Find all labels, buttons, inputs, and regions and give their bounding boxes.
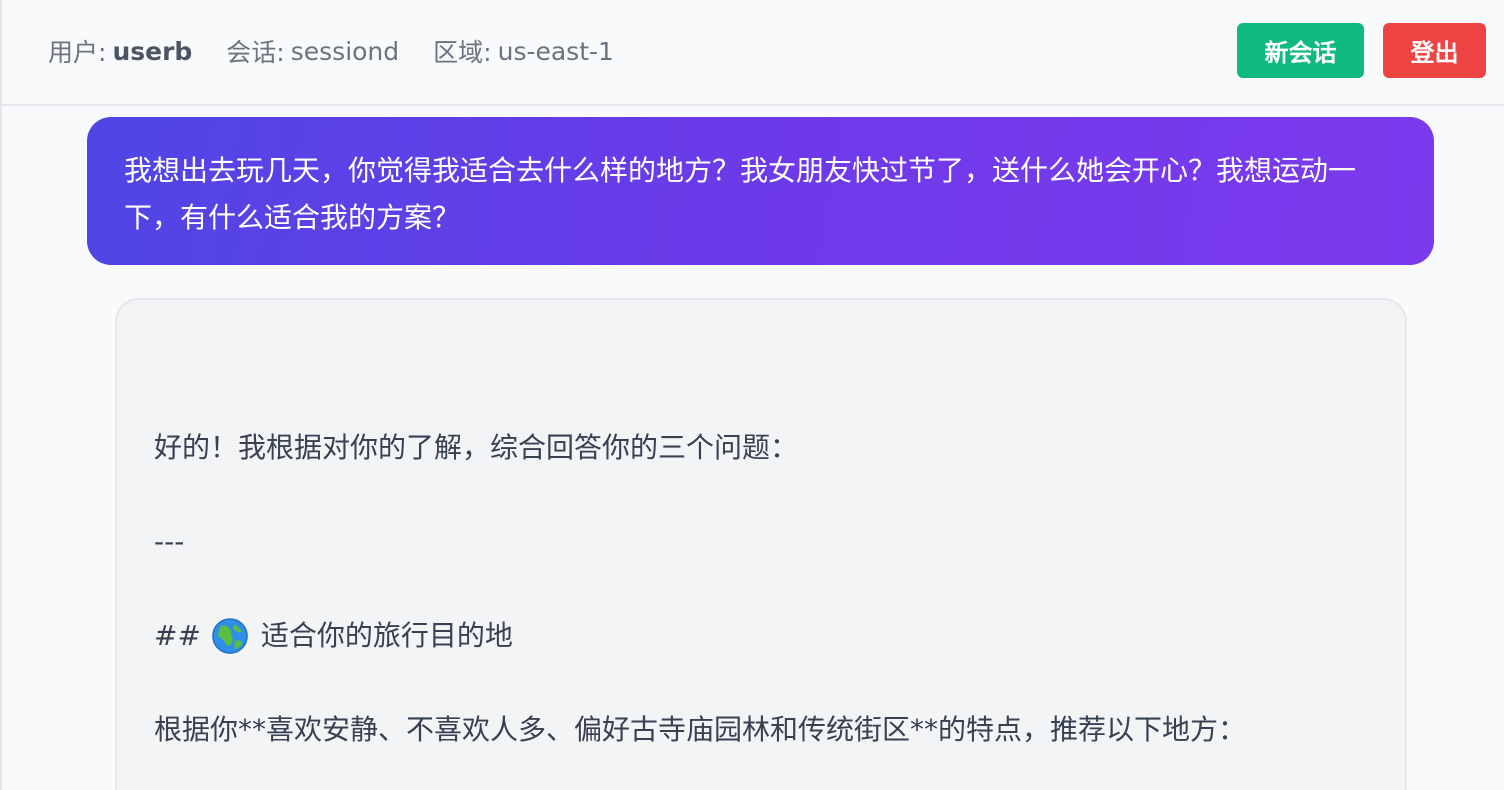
region-value: us-east-1: [497, 36, 614, 66]
assistant-heading: ## 适合你的旅行目的地: [154, 616, 513, 656]
session-id: sessiond: [290, 36, 400, 66]
heading-text: 适合你的旅行目的地: [260, 619, 513, 652]
user-message-text: 我想出去玩几天，你觉得我适合去什么样的地方？我女朋友快过节了，送什么她会开心？我…: [124, 154, 1357, 234]
assistant-travel-intro: 根据你**喜欢安静、不喜欢人多、偏好古寺庙园林和传统街区**的特点，推荐以下地方…: [154, 713, 1247, 746]
user-message-bubble: 我想出去玩几天，你觉得我适合去什么样的地方？我女朋友快过节了，送什么她会开心？我…: [87, 117, 1434, 265]
region-label: 区域:: [433, 38, 492, 67]
session-info-item: 会话: sessiond: [226, 33, 399, 69]
username: userb: [112, 36, 193, 66]
assistant-answer-intro: 好的！我根据对你的了解，综合回答你的三个问题：: [154, 431, 799, 464]
assistant-message-card: 好的！我根据对你的了解，综合回答你的三个问题： --- ## 适合你的旅行目的地…: [115, 298, 1407, 790]
user-label: 用户:: [48, 38, 107, 67]
session-label: 会话:: [226, 38, 285, 67]
heading-prefix: ##: [154, 619, 201, 652]
globe-icon: [212, 618, 248, 654]
top-bar: 用户: userb 会话: sessiond 区域: us-east-1 新会话…: [2, 0, 1504, 106]
logout-button[interactable]: 登出: [1383, 23, 1486, 78]
session-info: 用户: userb 会话: sessiond 区域: us-east-1: [48, 33, 614, 69]
region-info: 区域: us-east-1: [433, 33, 614, 69]
user-info: 用户: userb: [48, 33, 192, 69]
new-chat-button[interactable]: 新会话: [1237, 23, 1364, 78]
assistant-separator: ---: [154, 525, 185, 558]
chat-page: 用户: userb 会话: sessiond 区域: us-east-1 新会话…: [0, 0, 1504, 790]
